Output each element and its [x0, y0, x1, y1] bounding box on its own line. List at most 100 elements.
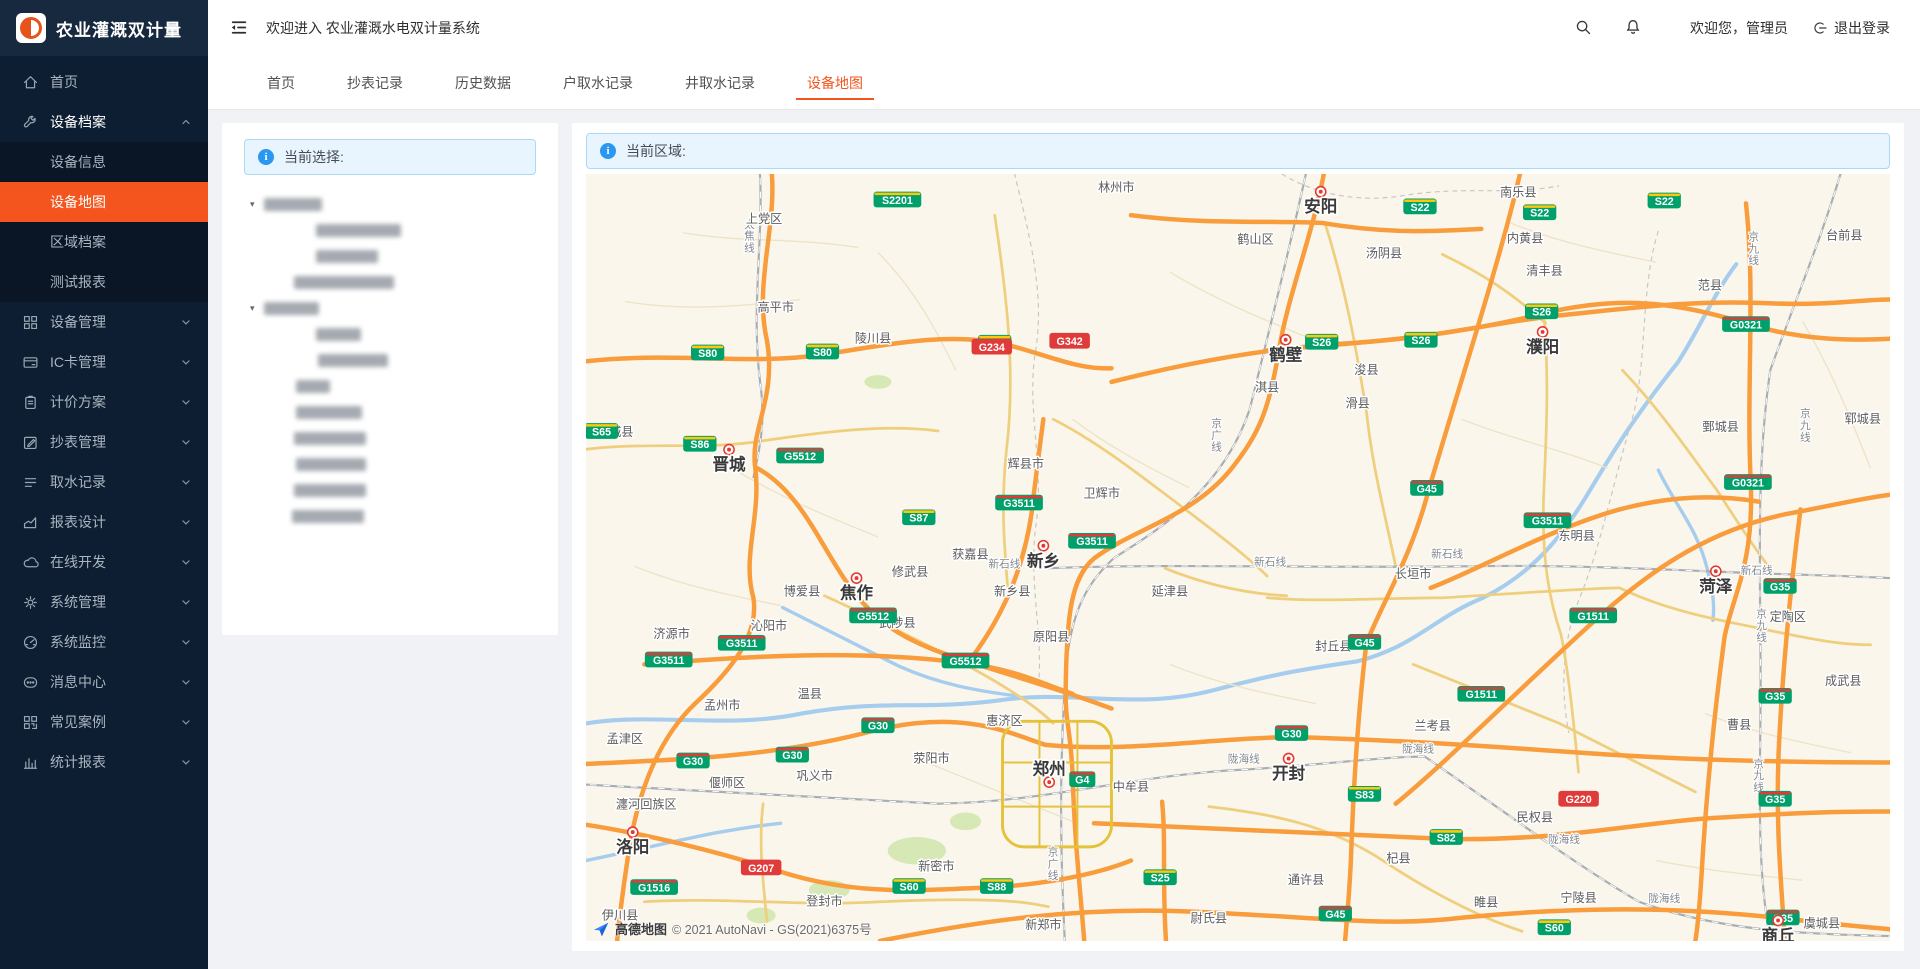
sidebar-subitem-区域档案[interactable]: 区域档案: [0, 222, 208, 262]
sidebar-subitem-测试报表[interactable]: 测试报表: [0, 262, 208, 302]
tree-node-2-redacted[interactable]: [244, 217, 536, 243]
tab-户取水记录[interactable]: 户取水记录: [560, 56, 636, 109]
svg-text:S26: S26: [1312, 337, 1331, 349]
road-shield-S80: S80: [691, 345, 724, 361]
svg-text:S60: S60: [900, 881, 919, 893]
region-tree-panel: i 当前选择: ▾▾: [222, 123, 558, 635]
menu-fold-icon[interactable]: [228, 17, 250, 39]
tree-node-12-redacted[interactable]: [244, 477, 536, 503]
town-label-睢县: 睢县: [1474, 896, 1498, 910]
town-label-郓城县: 郓城县: [1845, 412, 1881, 426]
sidebar-item-计价方案[interactable]: 计价方案: [0, 382, 208, 422]
tree-node-9-redacted[interactable]: [244, 399, 536, 425]
area-chart-icon: [22, 514, 39, 531]
sidebar-item-IC卡管理[interactable]: IC卡管理: [0, 342, 208, 382]
tree-node-4-redacted[interactable]: [244, 269, 536, 295]
sidebar-item-抄表管理[interactable]: 抄表管理: [0, 422, 208, 462]
sidebar-item-系统监控[interactable]: 系统监控: [0, 622, 208, 662]
tab-井取水记录[interactable]: 井取水记录: [682, 56, 758, 109]
town-label-淇县: 淇县: [1255, 381, 1279, 395]
tree-node-5-redacted[interactable]: ▾: [244, 295, 536, 321]
town-label-浚县: 浚县: [1354, 362, 1378, 377]
svg-text:G30: G30: [683, 756, 703, 768]
edit-icon: [22, 434, 39, 451]
sidebar-item-报表设计[interactable]: 报表设计: [0, 502, 208, 542]
svg-text:S65: S65: [592, 426, 611, 438]
chevron-down-icon: [180, 596, 192, 608]
gear-icon: [22, 594, 39, 611]
bell-icon[interactable]: [1624, 18, 1644, 38]
city-label: 新乡: [1027, 550, 1060, 570]
svg-text:S87: S87: [909, 513, 928, 525]
sidebar-item-统计报表[interactable]: 统计报表: [0, 742, 208, 782]
svg-text:G234: G234: [979, 342, 1005, 354]
town-label-孟州市: 孟州市: [704, 697, 740, 712]
svg-text:S83: S83: [1355, 789, 1374, 801]
railway-label: 京广线: [1048, 846, 1059, 883]
svg-text:S25: S25: [1151, 873, 1170, 885]
redacted-label: [316, 328, 361, 341]
message-icon: [22, 674, 39, 691]
caret-down-icon[interactable]: ▾: [250, 199, 264, 210]
sidebar-item-取水记录[interactable]: 取水记录: [0, 462, 208, 502]
tree-node-1-redacted[interactable]: ▾: [244, 191, 536, 217]
redacted-label: [294, 276, 394, 289]
road-shield-S60: S60: [892, 878, 925, 894]
town-label-陵川县: 陵川县: [855, 332, 891, 346]
sidebar-subitem-设备地图[interactable]: 设备地图: [0, 182, 208, 222]
town-label-新密市: 新密市: [918, 858, 954, 873]
user-greeting: 欢迎您，管理员: [1690, 18, 1788, 38]
town-label-曹县: 曹县: [1727, 718, 1751, 732]
tree-node-11-redacted[interactable]: [244, 451, 536, 477]
svg-text:G1511: G1511: [1577, 611, 1609, 623]
tab-历史数据[interactable]: 历史数据: [452, 56, 514, 109]
logout-button[interactable]: 退出登录: [1812, 18, 1890, 38]
tree-node-13-redacted[interactable]: [244, 503, 536, 529]
tree-node-3-redacted[interactable]: [244, 243, 536, 269]
svg-text:S88: S88: [987, 881, 1006, 893]
city-label: 开封: [1272, 763, 1305, 783]
sidebar-item-在线开发[interactable]: 在线开发: [0, 542, 208, 582]
sidebar-item-首页[interactable]: 首页: [0, 62, 208, 102]
tab-设备地图[interactable]: 设备地图: [804, 56, 866, 109]
svg-text:S82: S82: [1437, 832, 1456, 844]
redacted-label: [316, 250, 378, 263]
caret-down-icon[interactable]: ▾: [250, 303, 264, 314]
town-label-新乡县: 新乡县: [994, 584, 1030, 599]
road-shield-G35: G35: [1763, 578, 1796, 594]
tree-node-10-redacted[interactable]: [244, 425, 536, 451]
tree-node-7-redacted[interactable]: [244, 347, 536, 373]
chevron-down-icon: [180, 636, 192, 648]
tree-node-6-redacted[interactable]: [244, 321, 536, 347]
town-label-封丘县: 封丘县: [1315, 640, 1351, 654]
city-label: 商丘: [1762, 925, 1795, 941]
tab-抄表记录[interactable]: 抄表记录: [344, 56, 406, 109]
grid-icon: [22, 314, 39, 331]
sidebar-item-设备管理[interactable]: 设备管理: [0, 302, 208, 342]
sidebar-item-label: 首页: [50, 72, 192, 92]
tab-首页[interactable]: 首页: [264, 56, 298, 109]
sidebar-item-常见案例[interactable]: 常见案例: [0, 702, 208, 742]
road-shield-S80: S80: [806, 344, 839, 360]
town-label-尉氏县: 尉氏县: [1191, 910, 1227, 925]
svg-text:G207: G207: [748, 863, 774, 875]
sidebar-item-系统管理[interactable]: 系统管理: [0, 582, 208, 622]
map-background: [586, 174, 1890, 941]
svg-text:G45: G45: [1417, 483, 1437, 495]
search-icon[interactable]: [1574, 18, 1594, 38]
map-svg: 太焦线京广线京广线京九线京九线京九线京九线新石线新石线新石线新石线陇海线陇海线陇…: [586, 174, 1890, 941]
sidebar-item-消息中心[interactable]: 消息中心: [0, 662, 208, 702]
qr-icon: [22, 714, 39, 731]
town-label-卫辉市: 卫辉市: [1084, 486, 1120, 501]
redacted-label: [264, 302, 319, 315]
map-canvas[interactable]: 太焦线京广线京广线京九线京九线京九线京九线新石线新石线新石线新石线陇海线陇海线陇…: [586, 174, 1890, 941]
svg-text:G1511: G1511: [1466, 689, 1498, 701]
redacted-label: [296, 458, 366, 471]
svg-text:G220: G220: [1566, 794, 1592, 806]
tree-node-8-redacted[interactable]: [244, 373, 536, 399]
city-label: 安阳: [1304, 196, 1337, 216]
sidebar-item-label: 在线开发: [50, 552, 180, 572]
sidebar-subitem-设备信息[interactable]: 设备信息: [0, 142, 208, 182]
chevron-down-icon: [180, 676, 192, 688]
sidebar-item-设备档案[interactable]: 设备档案: [0, 102, 208, 142]
